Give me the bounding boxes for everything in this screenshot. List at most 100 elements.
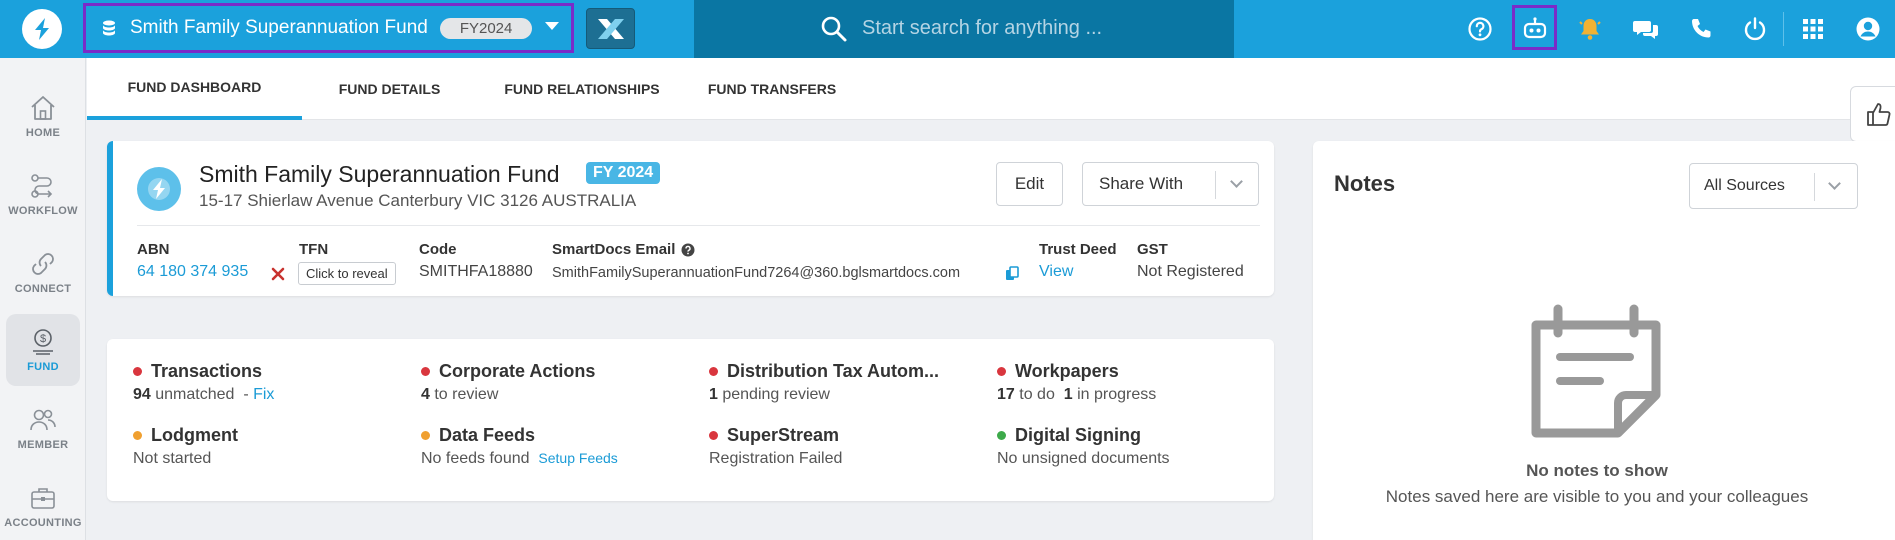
review-text: to review: [434, 386, 499, 403]
empty-notes-title: No notes to show: [1526, 461, 1668, 480]
status-dot: [709, 431, 718, 440]
pending-text: pending review: [722, 386, 830, 403]
fund-tabs: FUND DASHBOARD FUND DETAILS FUND RELATIO…: [87, 58, 1895, 120]
sources-dropdown[interactable]: All Sources: [1689, 163, 1858, 209]
briefcase-icon: [31, 488, 55, 509]
app-logo-icon: [35, 18, 49, 40]
fix-link[interactable]: Fix: [253, 386, 274, 403]
nav-item-connect[interactable]: CONNECT: [6, 236, 80, 308]
share-with-button[interactable]: Share With: [1082, 162, 1259, 206]
nav-label: CONNECT: [14, 283, 72, 295]
status-title: Corporate Actions: [439, 361, 596, 381]
app-grid-icon[interactable]: [1798, 14, 1828, 44]
robot-assistant-icon[interactable]: [1520, 14, 1550, 44]
fund-summary-card: Smith Family Superannuation Fund FY 2024…: [107, 141, 1274, 296]
tab-fund-details[interactable]: FUND DETAILS: [302, 58, 477, 120]
smartdocs-email-label: SmartDocs Email: [552, 241, 676, 258]
todo-text: to do: [1019, 386, 1055, 403]
fund-selector[interactable]: Smith Family Superannuation Fund FY2024: [83, 3, 574, 53]
gst-label: GST: [1137, 241, 1168, 258]
feedback-button[interactable]: [1850, 86, 1895, 142]
selected-fund-name: Smith Family Superannuation Fund: [130, 17, 428, 38]
topbar-divider: [1783, 12, 1784, 46]
notes-title: Notes: [1334, 171, 1396, 196]
invalid-x-icon: [271, 267, 285, 281]
global-search: [694, 0, 1234, 58]
fund-icon: $: [33, 329, 53, 355]
status-workpapers[interactable]: Workpapers: [997, 361, 1119, 382]
fund-logo-icon: [148, 178, 170, 200]
status-title: Transactions: [151, 361, 263, 381]
home-icon: [31, 96, 55, 120]
tab-fund-dashboard[interactable]: FUND DASHBOARD: [87, 58, 302, 120]
superstream-summary: Registration Failed: [709, 450, 843, 467]
user-account-icon[interactable]: [1853, 14, 1883, 44]
help-icon[interactable]: [1465, 14, 1495, 44]
distribution-tax-summary: 1 pending review: [709, 386, 830, 404]
app-logo[interactable]: [22, 9, 62, 49]
status-title: SuperStream: [727, 425, 840, 445]
sources-selected: All Sources: [1704, 177, 1785, 194]
left-navigation: HOME WORKFLOW CONNECT $ FUND MEMBER ACCO…: [0, 58, 86, 540]
thumbs-up-icon: [1867, 103, 1891, 126]
status-dot: [421, 431, 430, 440]
chevron-down-icon: [1828, 177, 1841, 190]
help-circle-icon[interactable]: [681, 243, 695, 257]
status-distribution-tax[interactable]: Distribution Tax Autom...: [709, 361, 939, 382]
status-dot: [997, 367, 1006, 376]
fund-year-pill: FY2024: [439, 17, 533, 39]
todo-count: 17: [997, 386, 1015, 403]
edit-button[interactable]: Edit: [996, 162, 1063, 206]
chat-icon[interactable]: [1631, 14, 1661, 44]
trust-deed-view-link[interactable]: View: [1039, 263, 1073, 281]
nav-item-fund[interactable]: $ FUND: [6, 314, 80, 386]
status-transactions[interactable]: Transactions: [133, 361, 262, 382]
status-lodgment[interactable]: Lodgment: [133, 425, 238, 446]
top-bar: Smith Family Superannuation Fund FY2024: [0, 0, 1895, 58]
phone-icon[interactable]: [1686, 14, 1716, 44]
feeds-text: No feeds found: [421, 450, 530, 467]
nav-item-home[interactable]: HOME: [6, 80, 80, 152]
database-icon: [103, 20, 115, 36]
setup-feeds-link[interactable]: Setup Feeds: [538, 450, 617, 466]
smartdocs-email-value: SmithFamilySuperannuationFund7264@360.bg…: [552, 265, 961, 281]
data-feeds-summary: No feeds found Setup Feeds: [421, 450, 618, 468]
status-title: Digital Signing: [1015, 425, 1141, 445]
empty-notes-icon: [1531, 304, 1661, 438]
code-label: Code: [419, 241, 457, 258]
nav-item-member[interactable]: MEMBER: [6, 392, 80, 464]
digital-signing-summary: No unsigned documents: [997, 450, 1170, 467]
xero-app-button[interactable]: [586, 8, 635, 49]
status-title: Lodgment: [151, 425, 238, 445]
status-corporate-actions[interactable]: Corporate Actions: [421, 361, 595, 382]
status-data-feeds[interactable]: Data Feeds: [421, 425, 535, 446]
nav-item-accounting[interactable]: ACCOUNTING: [4, 470, 81, 540]
power-icon[interactable]: [1740, 14, 1770, 44]
tab-fund-transfers[interactable]: FUND TRANSFERS: [687, 58, 857, 120]
code-value: SMITHFA18880: [419, 263, 533, 280]
status-dot: [133, 367, 142, 376]
search-input[interactable]: [862, 13, 1212, 43]
trust-deed-label: Trust Deed: [1039, 241, 1117, 258]
empty-notes-subtitle: Notes saved here are visible to you and …: [1385, 487, 1809, 506]
workflow-icon: [31, 174, 53, 198]
abn-label: ABN: [137, 241, 170, 258]
copy-icon[interactable]: [1005, 266, 1020, 282]
status-dot: [997, 431, 1006, 440]
pending-count: 1: [709, 386, 718, 403]
status-superstream[interactable]: SuperStream: [709, 425, 839, 446]
notification-bell-icon[interactable]: [1575, 14, 1605, 44]
tfn-reveal-button[interactable]: Click to reveal: [298, 262, 396, 285]
notes-panel: Notes All Sources No notes to show Notes…: [1313, 141, 1895, 540]
abn-value[interactable]: 64 180 374 935: [137, 263, 248, 281]
transactions-summary: 94 unmatched - Fix: [133, 386, 274, 404]
status-dot: [709, 367, 718, 376]
status-title: Distribution Tax Autom...: [727, 361, 939, 381]
status-digital-signing[interactable]: Digital Signing: [997, 425, 1141, 446]
status-title: Workpapers: [1015, 361, 1119, 381]
members-icon: [30, 409, 56, 431]
nav-item-workflow[interactable]: WORKFLOW: [6, 158, 80, 230]
workpapers-summary: 17 to do 1 in progress: [997, 386, 1156, 404]
tab-fund-relationships[interactable]: FUND RELATIONSHIPS: [477, 58, 687, 120]
chevron-down-icon[interactable]: [1230, 175, 1243, 188]
